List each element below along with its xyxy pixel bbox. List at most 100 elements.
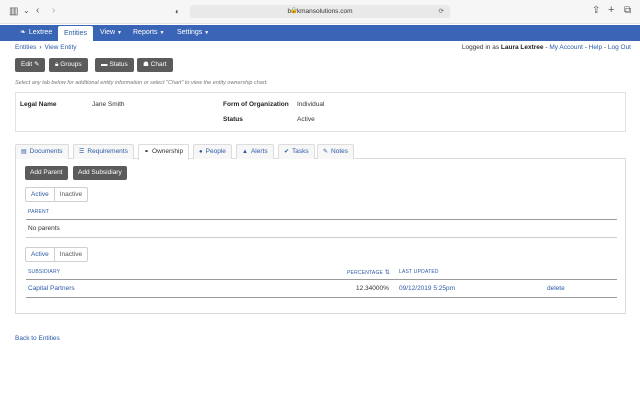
- new-tab-icon[interactable]: +: [608, 5, 614, 16]
- user-bar: Logged in as Laura Lextree - My Account …: [461, 44, 631, 51]
- nav-view-label: View: [100, 29, 116, 36]
- tab-people-label: People: [205, 148, 226, 155]
- subsidiary-row-rule: [26, 297, 617, 298]
- groups-button-label: Groups: [60, 61, 82, 68]
- caret-down-icon: ▼: [204, 30, 210, 36]
- entity-info-panel: Legal Name Jane Smith Form of Organizati…: [15, 92, 626, 132]
- caret-down-icon: ▼: [117, 30, 122, 36]
- tab-requirements[interactable]: ☰ Requirements: [73, 144, 134, 159]
- tab-alerts-label: Alerts: [250, 148, 268, 155]
- person-icon: ●: [199, 149, 203, 155]
- privacy-shield-icon[interactable]: ◐: [175, 7, 180, 17]
- subsidiary-column-header: SUBSIDIARY: [28, 269, 61, 275]
- tab-alerts[interactable]: ▲ Alerts: [236, 144, 274, 159]
- breadcrumb-separator: ›: [39, 44, 42, 51]
- tab-ownership[interactable]: ⚭ Ownership: [138, 144, 190, 160]
- my-account-link[interactable]: My Account: [549, 44, 583, 51]
- nav-entities[interactable]: Entities: [58, 26, 93, 41]
- tab-overview-icon[interactable]: ⧉: [624, 6, 631, 16]
- subsidiary-last-updated: 09/12/2019 5:25pm: [399, 285, 456, 292]
- subsidiary-header-rule: [26, 279, 617, 280]
- tab-people[interactable]: ● People: [193, 144, 232, 159]
- lock-icon: 🔒: [290, 8, 298, 14]
- caret-down-icon: ▼: [159, 30, 165, 36]
- parent-row-rule: [26, 237, 617, 238]
- edit-icon: ✎: [323, 149, 329, 155]
- percentage-column-header[interactable]: PERCENTAGE ⇅: [347, 269, 390, 276]
- form-of-organization-value: Individual: [297, 101, 325, 108]
- list-icon: ☰: [79, 149, 85, 155]
- chart-button-label: Chart: [150, 61, 167, 68]
- logged-in-label: Logged in as: [461, 44, 500, 51]
- groups-button[interactable]: 🔒︎ Groups: [49, 58, 88, 72]
- tab-requirements-label: Requirements: [87, 148, 128, 155]
- card-icon: ▬: [101, 61, 108, 68]
- subsidiary-status-toggle: Active Inactive: [25, 247, 89, 262]
- nav-reports[interactable]: Reports ▼: [127, 25, 170, 41]
- parent-active-toggle[interactable]: Active: [26, 188, 55, 201]
- pencil-icon: ✎: [34, 61, 40, 68]
- breadcrumb: Entities › View Entity: [15, 44, 77, 51]
- nav-reports-label: Reports: [133, 29, 158, 36]
- subsidiary-name-link[interactable]: Capital Partners: [28, 285, 75, 292]
- status-label: Status: [223, 116, 243, 123]
- brand-label: Lextree: [28, 29, 53, 36]
- help-hint: Select any tab below for additional enti…: [15, 80, 268, 86]
- last-updated-column-header: LAST UPDATED: [399, 269, 439, 275]
- address-bar[interactable]: 🔒 berkmansolutions.com ⟳: [190, 5, 450, 18]
- status-value: Active: [297, 116, 315, 123]
- sidebar-toggle-icon[interactable]: ▥: [9, 7, 18, 17]
- parent-column-header: PARENT: [28, 209, 50, 215]
- parent-status-toggle: Active Inactive: [25, 187, 89, 202]
- nav-entities-label: Entities: [64, 30, 87, 37]
- main-navbar: ❧ Lextree Entities View ▼ Reports ▼ Setting…: [0, 25, 640, 41]
- sort-icon: ⇅: [384, 270, 390, 276]
- tab-ownership-label: Ownership: [152, 148, 184, 155]
- log-out-link[interactable]: Log Out: [608, 44, 631, 51]
- tab-documents[interactable]: ▤ Documents: [15, 144, 69, 159]
- parent-inactive-toggle[interactable]: Inactive: [55, 188, 87, 201]
- edit-button-label: Edit: [21, 61, 33, 68]
- subsidiary-percentage: 12.34000%: [356, 285, 389, 292]
- leaf-icon: ❧: [20, 29, 26, 36]
- chart-button[interactable]: ☗ Chart: [137, 58, 173, 72]
- lock-icon: 🔒︎: [55, 61, 59, 68]
- status-button-label: Status: [109, 61, 128, 68]
- documents-icon: ▤: [21, 149, 27, 155]
- subsidiary-inactive-toggle[interactable]: Inactive: [55, 248, 87, 261]
- back-arrow-icon[interactable]: ‹: [36, 6, 39, 16]
- tab-tasks[interactable]: ✔ Tasks: [278, 144, 315, 159]
- bell-icon: ▲: [242, 149, 248, 155]
- breadcrumb-view-entity[interactable]: View Entity: [45, 44, 77, 51]
- user-name: Laura Lextree: [500, 44, 544, 51]
- legal-name-label: Legal Name: [20, 101, 57, 108]
- add-subsidiary-button[interactable]: Add Subsidiary: [73, 166, 127, 180]
- delete-link[interactable]: delete: [547, 285, 565, 292]
- nav-view[interactable]: View ▼: [94, 25, 128, 41]
- subsidiary-active-toggle[interactable]: Active: [26, 248, 55, 261]
- no-parents-text: No parents: [28, 225, 60, 232]
- check-circle-icon: ✔: [284, 149, 290, 155]
- parent-header-rule: [26, 219, 617, 220]
- forward-arrow-icon[interactable]: ›: [52, 6, 55, 16]
- status-button[interactable]: ▬ Status: [95, 58, 134, 72]
- link-icon: ⚭: [144, 149, 150, 155]
- form-of-organization-label: Form of Organization: [223, 101, 289, 108]
- sitemap-icon: ☗: [143, 61, 149, 68]
- breadcrumb-entities[interactable]: Entities: [15, 44, 36, 51]
- add-parent-button[interactable]: Add Parent: [25, 166, 68, 180]
- tab-tasks-label: Tasks: [292, 148, 309, 155]
- chevron-down-icon[interactable]: ⌄: [23, 6, 30, 16]
- reload-icon[interactable]: ⟳: [439, 5, 444, 18]
- browser-toolbar: ▥ ⌄ ‹ › ◐ 🔒 berkmansolutions.com ⟳ ⇪ + ⧉: [0, 0, 640, 24]
- nav-settings-label: Settings: [177, 29, 203, 36]
- edit-button[interactable]: Edit ✎: [15, 58, 46, 72]
- tab-documents-label: Documents: [29, 148, 63, 155]
- tab-notes[interactable]: ✎ Notes: [317, 144, 355, 159]
- tab-notes-label: Notes: [331, 148, 349, 155]
- nav-settings[interactable]: Settings ▼: [171, 25, 215, 41]
- help-link[interactable]: Help: [589, 44, 602, 51]
- share-icon[interactable]: ⇪: [592, 6, 600, 16]
- brand-logo[interactable]: ❧ Lextree: [14, 25, 58, 41]
- back-to-entities-link[interactable]: Back to Entities: [15, 335, 60, 342]
